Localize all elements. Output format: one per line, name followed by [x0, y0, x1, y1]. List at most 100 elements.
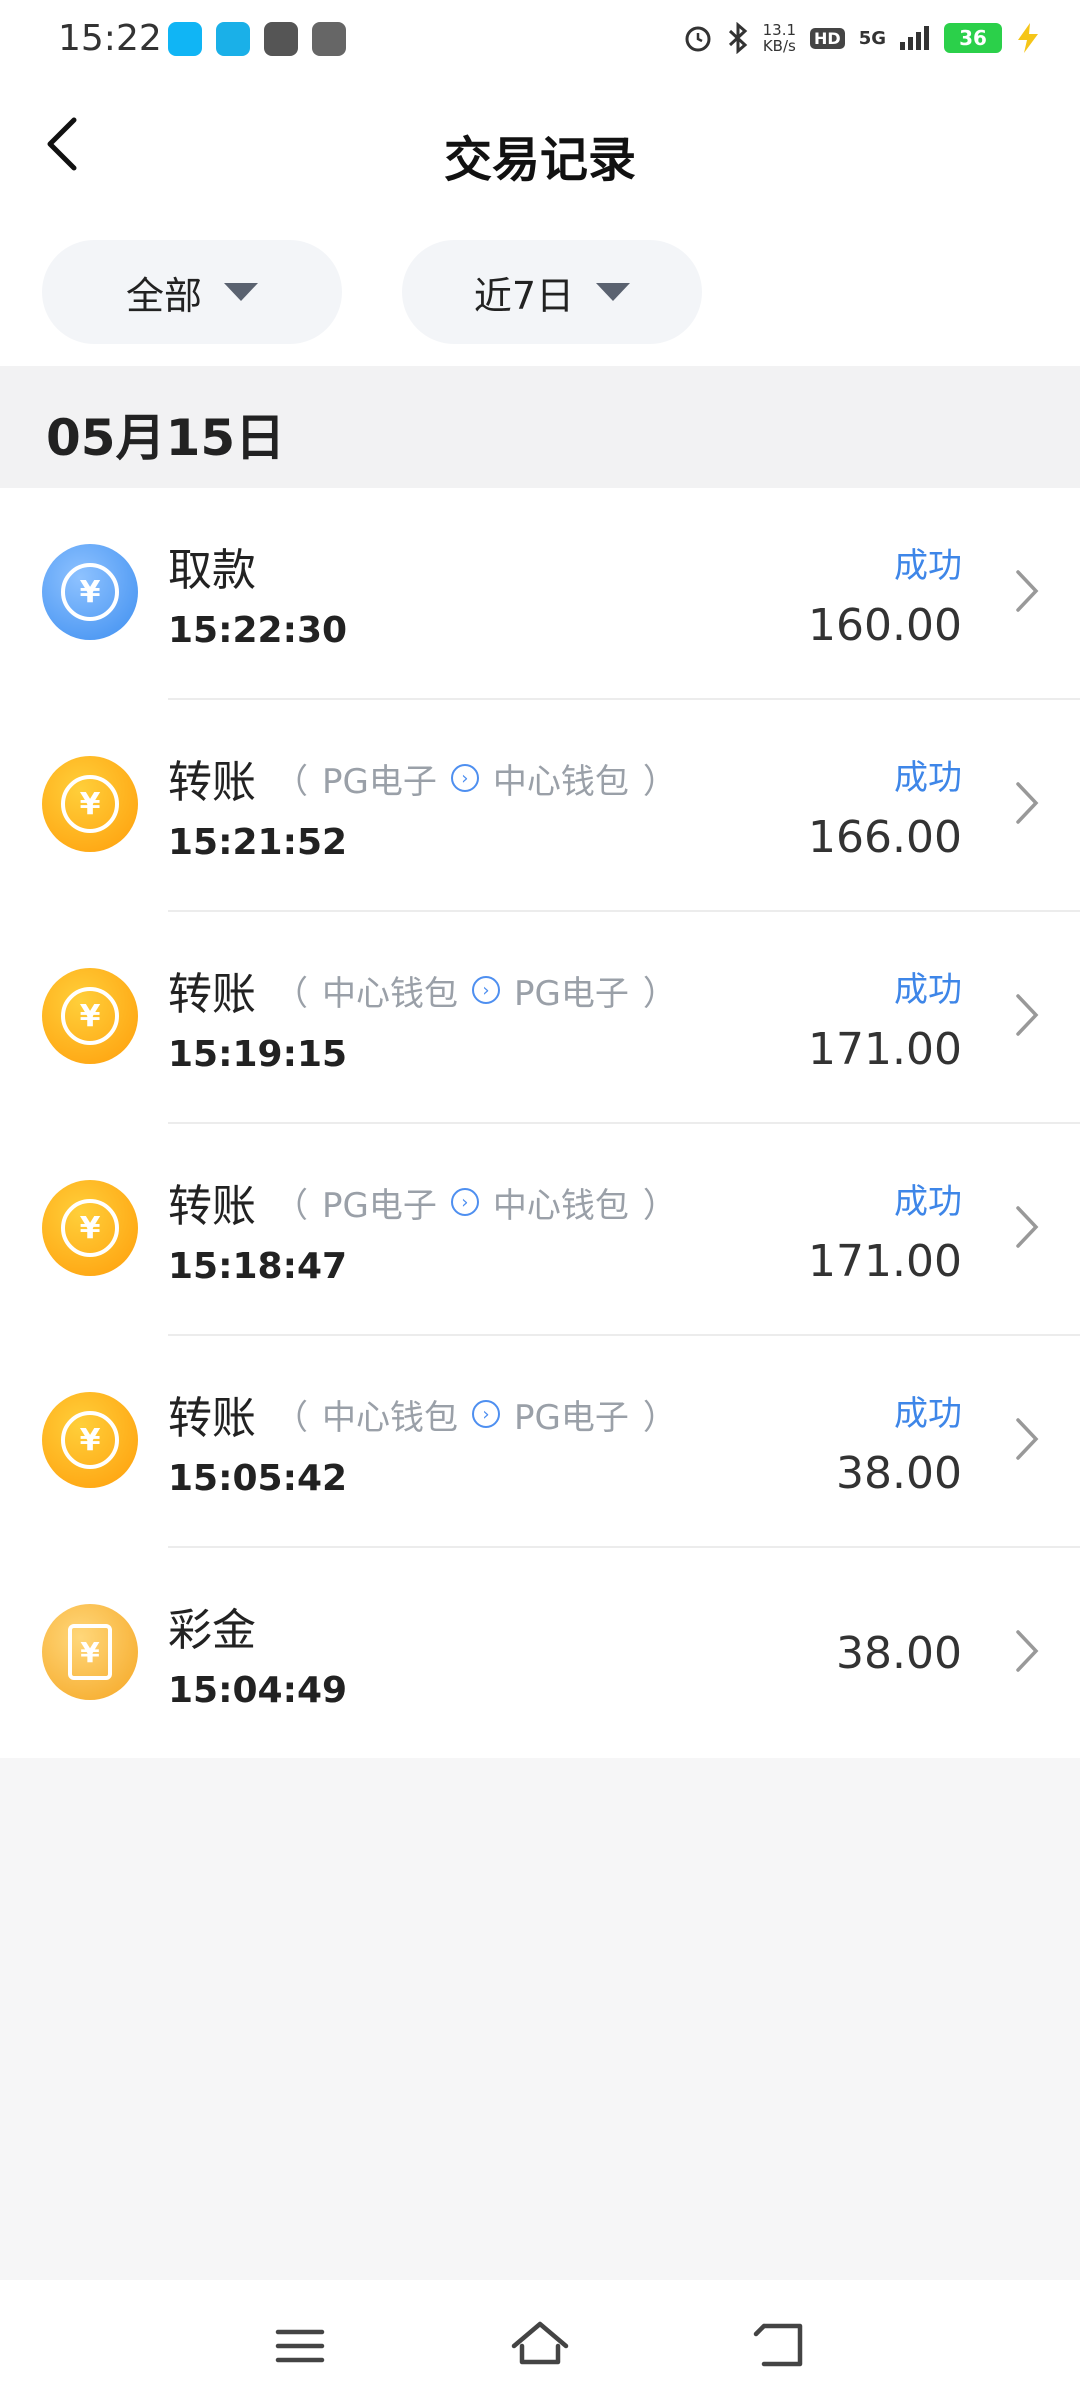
- amount-value: 171.00: [808, 1024, 962, 1075]
- date-range-label: 近7日: [473, 273, 575, 318]
- chevron-right-icon: [1016, 1206, 1039, 1248]
- menu-icon[interactable]: [270, 2316, 330, 2376]
- transaction-row[interactable]: ¥ 转账 （ 中心钱包 › PG电子 ） 15:05:42 成功 38.00: [0, 1336, 1080, 1548]
- transfer-to: PG电子: [514, 973, 629, 1014]
- qq-icon: [168, 22, 202, 56]
- type-filter-label: 全部: [125, 273, 202, 318]
- bluetooth-icon: [728, 22, 747, 54]
- transaction-row[interactable]: ¥ 取款 15:22:30 成功 160.00: [0, 488, 1080, 700]
- status-label: 成功: [894, 970, 962, 1010]
- yen-glyph: ¥: [61, 775, 119, 833]
- network-speed: 13.1 KB/s: [763, 22, 796, 54]
- status-time: 15:22: [58, 18, 162, 59]
- signal-icon: [900, 26, 929, 50]
- yen-glyph: ¥: [61, 563, 119, 621]
- status-label: 成功: [894, 1182, 962, 1222]
- transfer-to: PG电子: [514, 1397, 629, 1438]
- home-icon[interactable]: [510, 2316, 570, 2376]
- transaction-row[interactable]: ¥ 转账 （ PG电子 › 中心钱包 ） 15:18:47 成功 171.00: [0, 1124, 1080, 1336]
- row-type: 转账: [168, 757, 256, 808]
- yen-glyph: ¥: [61, 987, 119, 1045]
- transfer-icon: ¥: [42, 1392, 138, 1488]
- status-label: 成功: [894, 1394, 962, 1434]
- paren-close: ）: [642, 761, 677, 802]
- type-filter-dropdown[interactable]: 全部: [42, 240, 342, 344]
- back-nav-icon[interactable]: [750, 2316, 810, 2376]
- status-label: 成功: [894, 758, 962, 798]
- transfer-from: PG电子: [322, 1185, 437, 1226]
- row-time: 15:21:52: [168, 822, 348, 863]
- speed-value: 13.1: [762, 21, 797, 39]
- amount-value: 160.00: [808, 600, 962, 651]
- arrow-right-circle-icon: ›: [450, 764, 479, 792]
- transfer-to: 中心钱包: [492, 761, 629, 802]
- row-title: 转账 （ 中心钱包 › PG电子 ）: [168, 1382, 677, 1446]
- battery-indicator: 36: [944, 23, 1002, 53]
- row-time: 15:19:15: [168, 1034, 348, 1075]
- row-title: 转账 （ PG电子 › 中心钱包 ）: [168, 1170, 677, 1234]
- transfer-route: （ 中心钱包 › PG电子 ）: [274, 1390, 677, 1439]
- chevron-right-icon: [1016, 1630, 1039, 1672]
- yen-glyph: ¥: [61, 1411, 119, 1469]
- paren-close: ）: [642, 1397, 677, 1438]
- paren-open: （: [274, 1185, 308, 1226]
- chevron-right-icon: [1016, 994, 1039, 1036]
- row-time: 15:22:30: [168, 610, 348, 651]
- row-type: 转账: [168, 969, 256, 1020]
- transfer-icon: ¥: [42, 756, 138, 852]
- chevron-right-icon: [1016, 782, 1039, 824]
- dropdown-triangle-icon: [596, 283, 631, 301]
- row-type: 取款: [168, 545, 256, 596]
- system-nav-bar: [0, 2280, 1080, 2408]
- row-title: 转账 （ PG电子 › 中心钱包 ）: [168, 746, 677, 810]
- amount-value: 166.00: [808, 812, 962, 863]
- row-time: 15:18:47: [168, 1246, 348, 1287]
- transfer-from: PG电子: [322, 761, 437, 802]
- chat-app-icon: [216, 22, 250, 56]
- speed-unit: KB/s: [762, 37, 796, 55]
- amount-value: 38.00: [836, 1448, 962, 1499]
- transfer-route: （ PG电子 › 中心钱包 ）: [274, 754, 677, 803]
- row-title: 彩金: [168, 1594, 256, 1658]
- link-icon: [312, 22, 346, 56]
- date-range-dropdown[interactable]: 近7日: [402, 240, 702, 344]
- transfer-icon: ¥: [42, 1180, 138, 1276]
- arrow-right-circle-icon: ›: [450, 1188, 479, 1216]
- charging-icon: [1018, 23, 1038, 53]
- transfer-from: 中心钱包: [322, 973, 458, 1014]
- hd-badge: HD: [810, 27, 845, 49]
- page-title: 交易记录: [443, 132, 636, 188]
- row-time: 15:05:42: [168, 1458, 348, 1499]
- paren-open: （: [274, 1397, 308, 1438]
- arrow-right-circle-icon: ›: [472, 976, 500, 1004]
- paren-open: （: [274, 973, 308, 1014]
- shopping-bag-icon: [264, 22, 298, 56]
- transfer-route: （ 中心钱包 › PG电子 ）: [274, 966, 677, 1015]
- filter-bar: 全部 近7日: [0, 224, 1080, 366]
- amount-value: 171.00: [808, 1236, 962, 1287]
- row-type: 彩金: [168, 1605, 256, 1656]
- network-type: 5G: [858, 27, 886, 49]
- date-section-header: 05月15日: [0, 366, 1080, 488]
- transaction-row[interactable]: ¥ 转账 （ 中心钱包 › PG电子 ） 15:19:15 成功 171.00: [0, 912, 1080, 1124]
- status-bar: 15:22 13.1 KB/s HD 5G 36: [0, 0, 1080, 84]
- chevron-right-icon: [1016, 570, 1039, 612]
- transaction-list: ¥ 取款 15:22:30 成功 160.00 ¥ 转账 （ PG电子 › 中心…: [0, 488, 1080, 1758]
- transfer-from: 中心钱包: [322, 1397, 458, 1438]
- system-icons: 13.1 KB/s HD 5G 36: [683, 22, 1040, 54]
- alarm-icon: [685, 26, 711, 52]
- transaction-row[interactable]: ¥ 彩金 15:04:49 38.00: [0, 1548, 1080, 1760]
- page-header: 交易记录: [0, 84, 1080, 224]
- yen-glyph: ¥: [68, 1624, 112, 1680]
- bonus-icon: ¥: [42, 1604, 138, 1700]
- notification-icons: [168, 22, 346, 56]
- transfer-to: 中心钱包: [492, 1185, 629, 1226]
- transfer-route: （ PG电子 › 中心钱包 ）: [274, 1178, 677, 1227]
- row-type: 转账: [168, 1393, 256, 1444]
- paren-close: ）: [642, 1185, 677, 1226]
- row-type: 转账: [168, 1181, 256, 1232]
- withdraw-icon: ¥: [42, 544, 138, 640]
- status-label: 成功: [894, 546, 962, 586]
- transaction-row[interactable]: ¥ 转账 （ PG电子 › 中心钱包 ） 15:21:52 成功 166.00: [0, 700, 1080, 912]
- row-title: 取款: [168, 534, 256, 598]
